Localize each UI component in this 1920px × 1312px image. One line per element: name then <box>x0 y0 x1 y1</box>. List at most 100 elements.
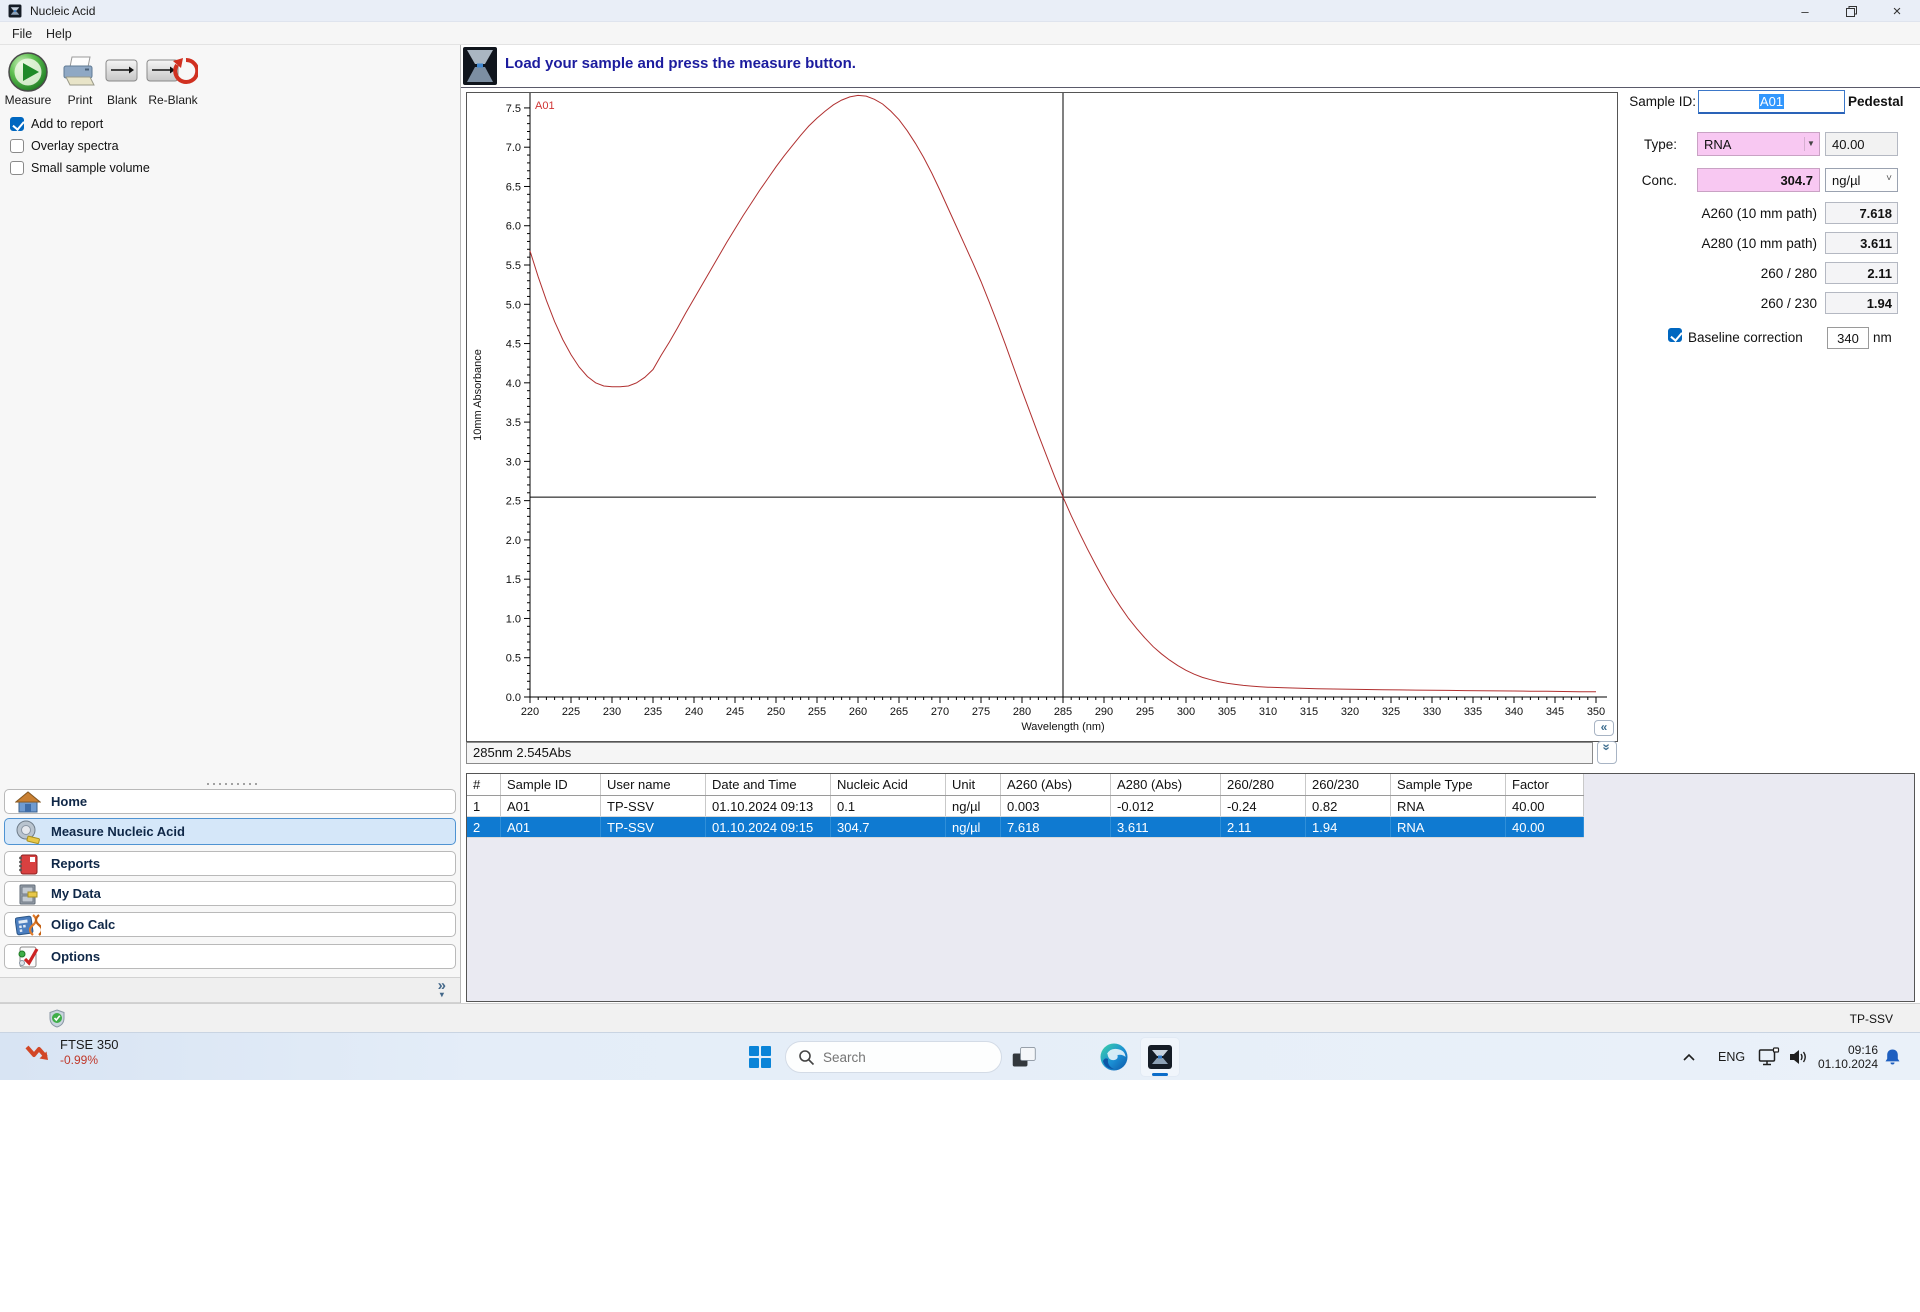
close-button[interactable]: × <box>1874 0 1920 22</box>
table-cell: 304.7 <box>831 817 946 837</box>
a280-label: A280 (10 mm path) <box>1701 236 1817 251</box>
chevron-expand-table-icon[interactable]: » <box>1597 741 1617 764</box>
column-header[interactable]: Sample ID <box>501 774 601 795</box>
taskbar-search[interactable] <box>785 1041 1002 1073</box>
start-button[interactable] <box>746 1043 774 1071</box>
table-cell: -0.24 <box>1221 796 1306 816</box>
reblank-button[interactable] <box>146 58 198 88</box>
sidebar-item-options[interactable]: Options <box>4 944 456 969</box>
tray-volume[interactable] <box>1788 1033 1808 1081</box>
cursor-readout-field[interactable]: 285nm 2.545Abs <box>466 742 1593 764</box>
sidebar-item-oligo-calc[interactable]: Oligo Calc <box>4 912 456 937</box>
column-header[interactable]: Nucleic Acid <box>831 774 946 795</box>
table-header-row: # Sample ID User name Date and Time Nucleic … <box>467 774 1584 796</box>
table-cell: 2.11 <box>1221 817 1306 837</box>
column-header[interactable]: 260/280 <box>1221 774 1306 795</box>
table-row[interactable]: 2 A01 TP-SSV 01.10.2024 09:15 304.7 ng/µl 7.61… <box>467 817 1584 838</box>
overlay-spectra-checkbox[interactable] <box>10 139 24 153</box>
axis-label: 255 <box>808 706 826 718</box>
print-button[interactable] <box>60 55 98 89</box>
nucleic-acid-app-icon <box>1148 1045 1172 1069</box>
axis-label: 300 <box>1177 706 1195 718</box>
menu-file[interactable]: File <box>6 25 38 43</box>
sidebar-item-measure-nucleic-acid[interactable]: Measure Nucleic Acid <box>4 818 456 845</box>
column-header[interactable]: Unit <box>946 774 1001 795</box>
chevron-collapse-icon[interactable]: « <box>1594 720 1614 736</box>
printer-icon <box>63 65 93 79</box>
baseline-wavelength-input[interactable]: 340 <box>1827 327 1869 349</box>
nucleic-acid-app-button[interactable] <box>1140 1037 1180 1077</box>
small-sample-volume-checkbox[interactable] <box>10 161 24 175</box>
taskbar: FTSE 350 -0.99% Search ENG 09:16 01.10.2… <box>0 1032 1920 1080</box>
task-view-button[interactable] <box>1008 1043 1040 1071</box>
column-header[interactable]: Factor <box>1506 774 1584 795</box>
spectrum-plot[interactable]: 220 225 230 235 240 245 250 255 260 265 270 275 280 2… <box>467 93 1615 739</box>
spectrum-chart[interactable]: 220 225 230 235 240 245 250 255 260 265 270 275 280 2… <box>466 92 1618 742</box>
taskbar-widget[interactable]: FTSE 350 -0.99% <box>24 1037 119 1067</box>
unit-dropdown[interactable]: ng/µl ˅ <box>1825 168 1898 192</box>
axis-label: 295 <box>1136 706 1154 718</box>
tray-language[interactable]: ENG <box>1718 1033 1745 1081</box>
menu-help[interactable]: Help <box>40 25 78 43</box>
ratio-260-230-label: 260 / 230 <box>1760 296 1817 311</box>
axis-label: 270 <box>931 706 949 718</box>
table-cell: 1.94 <box>1306 817 1391 837</box>
chevron-down-icon: ˅ <box>1886 173 1892 184</box>
table-cell: 40.00 <box>1506 796 1584 816</box>
search-input[interactable] <box>823 1049 973 1065</box>
add-to-report-checkbox[interactable] <box>10 117 24 131</box>
chevron-overflow-icon[interactable]: » ▾ <box>438 978 446 999</box>
a260-value: 7.618 <box>1825 202 1898 224</box>
stocks-trend-icon <box>25 1045 48 1060</box>
axis-label: 5.0 <box>506 299 521 311</box>
column-header[interactable]: 260/230 <box>1306 774 1391 795</box>
table-cell: 01.10.2024 09:15 <box>706 817 831 837</box>
column-header[interactable]: # <box>467 774 501 795</box>
axis-label: 290 <box>1095 706 1113 718</box>
sample-id-input[interactable]: A01 <box>1698 90 1845 114</box>
table-cell: TP-SSV <box>601 796 706 816</box>
sidebar-item-my-data[interactable]: My Data <box>4 881 456 906</box>
axis-label: 335 <box>1464 706 1482 718</box>
type-dropdown[interactable]: RNA ▼ <box>1697 132 1820 156</box>
table-body: 1 A01 TP-SSV 01.10.2024 09:13 0.1 ng/µl 0.003-… <box>467 796 1914 838</box>
status-user: TP-SSV <box>1849 1012 1893 1026</box>
minimize-button[interactable]: – <box>1782 0 1828 22</box>
blank-button[interactable] <box>105 58 139 84</box>
axis-label: 275 <box>972 706 990 718</box>
sample-panel: Sample ID: A01 Pedestal Type: RNA ▼ 40.0… <box>1620 90 1920 742</box>
table-cell: A01 <box>501 817 601 837</box>
edge-browser-button[interactable] <box>1098 1042 1130 1072</box>
sidebar-item-home[interactable]: Home <box>4 789 456 814</box>
table-cell: ng/µl <box>946 817 1001 837</box>
table-row[interactable]: 1 A01 TP-SSV 01.10.2024 09:13 0.1 ng/µl 0.003-… <box>467 796 1584 817</box>
baseline-correction-checkbox[interactable] <box>1668 328 1682 342</box>
clock-date: 01.10.2024 <box>1817 1057 1878 1071</box>
tray-clock[interactable]: 09:16 01.10.2024 <box>1812 1033 1878 1081</box>
column-header[interactable]: A260 (Abs) <box>1001 774 1111 795</box>
window-title: Nucleic Acid <box>30 4 96 18</box>
measure-button[interactable] <box>6 50 50 94</box>
restore-button[interactable] <box>1828 0 1874 22</box>
table-cell: 2 <box>467 817 501 837</box>
tray-network[interactable] <box>1758 1033 1780 1081</box>
type-value: RNA <box>1704 137 1732 152</box>
tray-notifications[interactable] <box>1884 1033 1901 1081</box>
table-cell: A01 <box>501 796 601 816</box>
conc-input[interactable]: 304.7 <box>1697 168 1820 192</box>
column-header[interactable]: User name <box>601 774 706 795</box>
calculator-dna-icon <box>13 913 43 936</box>
axis-label: 235 <box>644 706 662 718</box>
column-header[interactable]: Date and Time <box>706 774 831 795</box>
splitter-handle[interactable] <box>205 782 257 786</box>
column-header[interactable]: A280 (Abs) <box>1111 774 1221 795</box>
tray-show-hidden[interactable] <box>1682 1033 1696 1081</box>
home-icon <box>13 790 43 813</box>
widget-title: FTSE 350 <box>60 1037 119 1052</box>
column-header[interactable]: Sample Type <box>1391 774 1506 795</box>
y-axis-title: 10mm Absorbance <box>472 349 484 441</box>
sidebar-item-reports[interactable]: Reports <box>4 851 456 876</box>
axis-label: 240 <box>685 706 703 718</box>
axis-label: 285 <box>1054 706 1072 718</box>
table-cell: ng/µl <box>946 796 1001 816</box>
